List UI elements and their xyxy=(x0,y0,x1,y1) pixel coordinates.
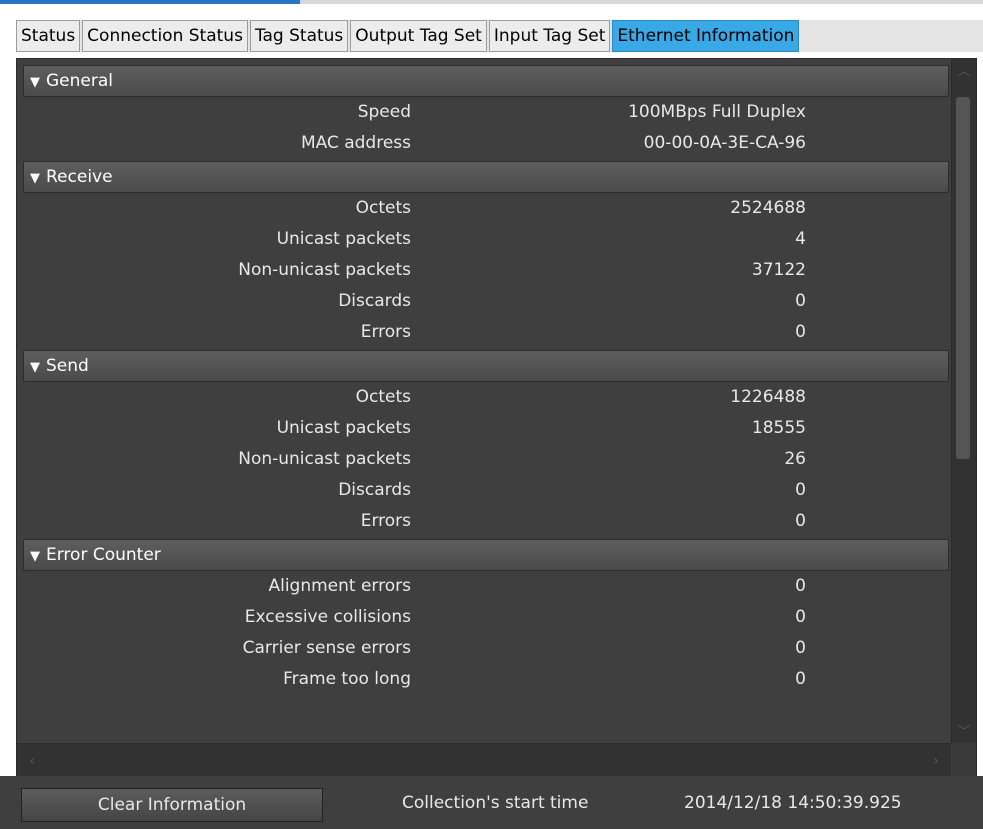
scrollbar-thumb[interactable] xyxy=(956,97,970,459)
info-row: MAC address 00-00-0A-3E-CA-96 xyxy=(21,128,951,159)
info-row: Discards 0 xyxy=(21,475,951,506)
ethernet-info-panel: ▼ General Speed 100MBps Full Duplex MAC a… xyxy=(16,58,977,778)
row-value: 4 xyxy=(795,229,806,249)
tab-connection-status[interactable]: Connection Status xyxy=(82,20,248,52)
row-label: Unicast packets xyxy=(276,418,411,438)
row-value: 18555 xyxy=(751,418,806,438)
row-value: 0 xyxy=(795,322,806,342)
row-value: 1226488 xyxy=(730,387,806,407)
info-row: Carrier sense errors 0 xyxy=(21,633,951,664)
vertical-scrollbar[interactable]: ︿ ﹀ xyxy=(951,59,976,743)
info-row: Octets 2524688 xyxy=(21,193,951,224)
row-value: 0 xyxy=(795,607,806,627)
row-label: Errors xyxy=(360,322,411,342)
row-label: Speed xyxy=(357,102,411,122)
row-label: Alignment errors xyxy=(268,576,411,596)
tab-input-tag-set[interactable]: Input Tag Set xyxy=(488,20,611,52)
info-row: Non-unicast packets 26 xyxy=(21,444,951,475)
info-content: ▼ General Speed 100MBps Full Duplex MAC a… xyxy=(21,63,951,741)
row-value: 0 xyxy=(795,291,806,311)
section-title: Receive xyxy=(46,167,113,187)
section-send-header[interactable]: ▼ Send xyxy=(23,350,949,382)
chevron-right-icon[interactable]: › xyxy=(925,749,947,773)
row-label: Unicast packets xyxy=(276,229,411,249)
window-accent-bar xyxy=(0,0,300,4)
row-value: 0 xyxy=(795,669,806,689)
scrollbar-corner xyxy=(952,743,976,777)
row-value: 2524688 xyxy=(730,198,806,218)
tab-bar: Status Connection Status Tag Status Outp… xyxy=(16,20,983,52)
row-label: Discards xyxy=(338,480,411,500)
tab-tag-status[interactable]: Tag Status xyxy=(249,20,349,52)
window-top-bar xyxy=(300,0,983,4)
row-label: Excessive collisions xyxy=(244,607,411,627)
info-row: Errors 0 xyxy=(21,506,951,537)
section-title: General xyxy=(46,71,113,91)
row-label: Carrier sense errors xyxy=(242,638,411,658)
info-row: Frame too long 0 xyxy=(21,664,951,695)
row-value: 0 xyxy=(795,480,806,500)
row-label: Frame too long xyxy=(283,669,411,689)
row-value: 100MBps Full Duplex xyxy=(628,102,806,122)
clear-information-button[interactable]: Clear Information xyxy=(21,788,323,822)
info-row: Octets 1226488 xyxy=(21,382,951,413)
info-row: Unicast packets 18555 xyxy=(21,413,951,444)
section-receive-header[interactable]: ▼ Receive xyxy=(23,161,949,193)
row-value: 26 xyxy=(784,449,806,469)
info-row: Non-unicast packets 37122 xyxy=(21,255,951,286)
footer-bar: Clear Information Collection's start tim… xyxy=(0,776,983,829)
collection-start-value: 2014/12/18 14:50:39.925 xyxy=(684,793,902,813)
triangle-down-icon: ▼ xyxy=(30,360,40,375)
row-label: Octets xyxy=(355,387,411,407)
row-label: Discards xyxy=(338,291,411,311)
tab-status[interactable]: Status xyxy=(16,20,81,52)
row-value: 0 xyxy=(795,638,806,658)
chevron-down-icon[interactable]: ﹀ xyxy=(952,719,976,743)
triangle-down-icon: ▼ xyxy=(30,75,40,90)
section-title: Send xyxy=(46,356,89,376)
section-general-header[interactable]: ▼ General xyxy=(23,65,949,97)
info-row: Unicast packets 4 xyxy=(21,224,951,255)
chevron-left-icon[interactable]: ‹ xyxy=(21,749,43,773)
info-row: Errors 0 xyxy=(21,317,951,348)
tab-ethernet-information[interactable]: Ethernet Information xyxy=(612,20,800,52)
row-value: 0 xyxy=(795,576,806,596)
horizontal-scrollbar[interactable]: ‹ › xyxy=(17,743,951,778)
info-row: Discards 0 xyxy=(21,286,951,317)
collection-start-label: Collection's start time xyxy=(402,793,589,813)
tab-output-tag-set[interactable]: Output Tag Set xyxy=(350,20,487,52)
chevron-up-icon[interactable]: ︿ xyxy=(952,59,976,83)
row-value: 0 xyxy=(795,511,806,531)
info-row: Alignment errors 0 xyxy=(21,571,951,602)
row-label: MAC address xyxy=(300,133,411,153)
row-value: 37122 xyxy=(751,260,806,280)
row-label: Non-unicast packets xyxy=(238,449,411,469)
row-value: 00-00-0A-3E-CA-96 xyxy=(643,133,806,153)
section-error-counter-header[interactable]: ▼ Error Counter xyxy=(23,539,949,571)
row-label: Octets xyxy=(355,198,411,218)
row-label: Errors xyxy=(360,511,411,531)
info-row: Excessive collisions 0 xyxy=(21,602,951,633)
section-title: Error Counter xyxy=(46,545,161,565)
row-label: Non-unicast packets xyxy=(238,260,411,280)
info-row: Speed 100MBps Full Duplex xyxy=(21,97,951,128)
triangle-down-icon: ▼ xyxy=(30,171,40,186)
triangle-down-icon: ▼ xyxy=(30,549,40,564)
